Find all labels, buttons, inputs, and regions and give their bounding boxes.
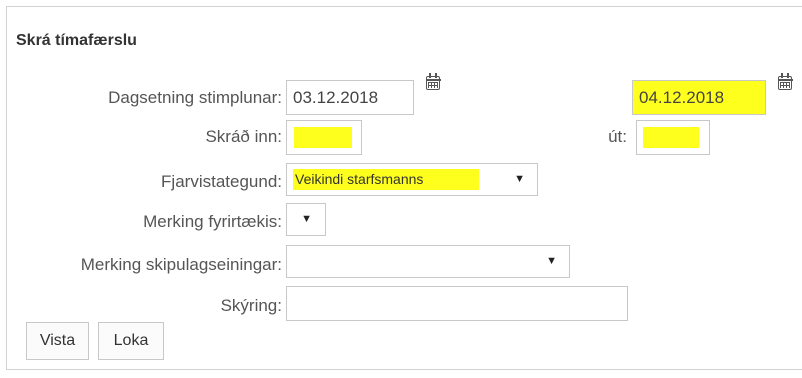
org-unit-marking-select[interactable]: ▼ [286, 245, 570, 278]
absence-type-select[interactable]: Veikindi starfsmanns ▼ [286, 163, 538, 196]
out-time-field[interactable] [636, 120, 710, 155]
date-label: Dagsetning stimplunar: [108, 88, 282, 107]
company-marking-select[interactable]: ▼ [286, 203, 326, 236]
calendar-icon[interactable] [777, 73, 793, 90]
company-marking-label: Merking fyrirtækis: [143, 212, 282, 231]
dropdown-arrow-icon: ▼ [301, 213, 312, 225]
org-unit-marking-label: Merking skipulagseiningar: [80, 255, 282, 274]
date-to-field[interactable]: 04.12.2018 [632, 80, 766, 115]
highlight-mark [294, 127, 352, 148]
highlight-mark [643, 127, 699, 148]
dialog-title: Skrá tímafærslu [16, 32, 137, 49]
checked-in-label: Skráð inn: [205, 127, 282, 146]
close-button[interactable]: Loka [98, 322, 164, 360]
absence-type-label: Fjarvistategund: [161, 172, 282, 191]
absence-type-value: Veikindi starfsmanns [295, 171, 424, 187]
checked-in-time-field[interactable] [286, 120, 362, 155]
save-button[interactable]: Vista [26, 322, 89, 360]
dropdown-arrow-icon: ▼ [514, 173, 525, 185]
calendar-icon[interactable] [425, 73, 441, 90]
date-from-field[interactable]: 03.12.2018 [286, 80, 414, 115]
out-label: út: [608, 127, 627, 146]
explanation-label: Skýring: [220, 296, 282, 315]
explanation-input[interactable] [286, 286, 628, 321]
dropdown-arrow-icon: ▼ [546, 255, 557, 267]
